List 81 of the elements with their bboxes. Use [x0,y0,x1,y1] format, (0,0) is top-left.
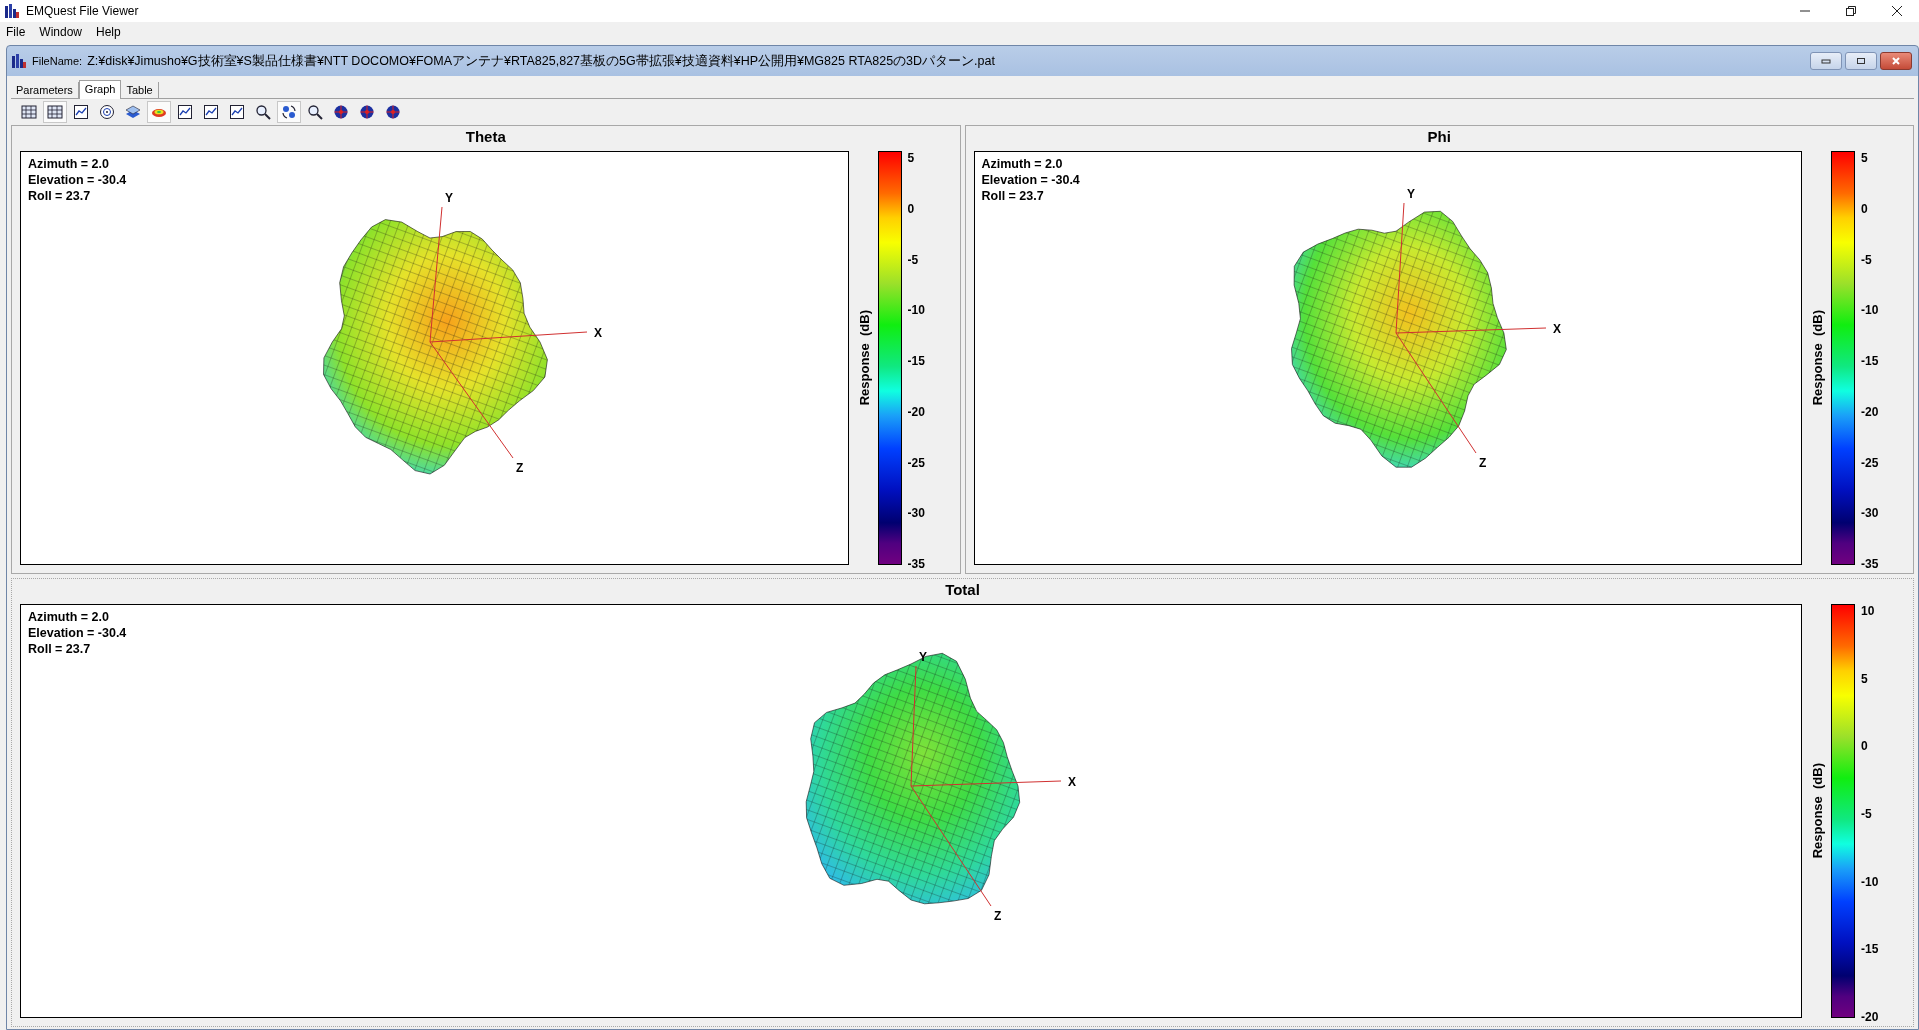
colorbar-tick: -35 [1861,557,1879,571]
colorbar-tick: -5 [1861,806,1873,821]
colorbar-tick: 5 [1861,671,1869,686]
colorbar-label: Response (dB) [856,310,872,406]
colorbar-tick: -5 [907,252,920,267]
layers-icon [125,104,141,120]
axis-label: X [1553,322,1561,337]
close-icon[interactable] [1891,5,1903,17]
colorbar-tick: -15 [1861,354,1879,368]
app-icon [4,3,20,19]
axis-label: X [1068,775,1076,790]
colorbar-tick: -20 [907,404,925,419]
view-angle-text: Roll = 23.7 [28,188,92,204]
colorbar-tick: -30 [907,506,925,521]
magnifier-icon [255,104,271,120]
toolbar-button[interactable] [277,101,301,123]
chart-icon [73,104,89,120]
menu-item[interactable]: Help [96,25,121,39]
globe-icon [359,104,375,120]
colorbar-tick: -10 [1861,874,1879,889]
view-angle-text: Roll = 23.7 [981,188,1045,204]
tab[interactable]: Graph [78,80,122,99]
view-angle-text: Azimuth = 2.0 [28,609,110,625]
minimize-icon [1821,57,1831,65]
app-icon [11,53,27,69]
chart-icon [229,104,245,120]
colorbar-tick: 10 [1861,604,1876,618]
colorbar-tick: 5 [1861,151,1869,165]
close-button[interactable] [1880,52,1912,70]
globe-icon [385,104,401,120]
target-icon [99,104,115,120]
colorbar-tick: -20 [1861,1009,1879,1024]
chart-icon [203,104,219,120]
view-angle-text: Roll = 23.7 [28,641,92,657]
restore-icon [1856,57,1866,65]
chart-icon [177,104,193,120]
axis-label: Y [445,190,454,205]
colorbar-tick: -20 [1861,404,1879,419]
view-angle-text: Azimuth = 2.0 [981,156,1064,172]
rotate-icon [281,104,297,120]
colorbar-tick: 0 [907,201,916,216]
colorbar-label: Response (dB) [1810,763,1825,859]
view-angle-text: Azimuth = 2.0 [28,156,110,172]
axis-label: Z [994,909,1002,924]
colorbar-tick: -5 [1861,252,1873,267]
colorbar-tick: -35 [907,557,925,571]
menu-item[interactable]: Window [39,25,83,39]
axis-label: Z [516,460,524,475]
colorbar-tick: 0 [1861,739,1869,754]
colorbar-tick: 5 [907,151,916,165]
close-icon [1891,57,1901,65]
colorbar-tick: -10 [907,303,925,318]
view-angle-text: Elevation = -30.4 [981,172,1080,188]
file-label: FileName: [32,55,83,67]
magnifier-icon [307,104,323,120]
panel-title: Phi [1427,127,1451,147]
colorbar-tick: 0 [1861,201,1869,216]
colorbar-tick: -15 [907,354,925,368]
view-angle-text: Elevation = -30.4 [28,625,127,641]
panel-title: Total [945,580,980,600]
colorbar-tick: -25 [1861,455,1879,470]
colorbar-label: Response (dB) [1810,310,1825,406]
restore-icon[interactable] [1845,5,1857,17]
view-angle-text: Elevation = -30.4 [28,172,127,188]
axis-label: X [594,325,603,340]
axis-label: Y [919,650,927,665]
colorbar-tick: -15 [1861,942,1879,957]
colorbar-tick: -25 [907,455,925,470]
grid-icon [21,104,37,120]
toolbar-button[interactable] [43,101,67,123]
colorbar-tick: -10 [1861,303,1879,318]
restore-button[interactable] [1845,52,1877,70]
axis-label: Y [1407,187,1415,202]
file-path: Z:¥disk¥Jimusho¥G技術室¥S製品仕様書¥NTT DOCOMO¥FOMAアンテナ¥RTA825,827基板の5G帯拡張¥技適資料¥HP公開用¥MG825 RTA825の3Dパターン.pat [87,52,995,70]
window-title: EMQuest File Viewer [26,4,139,18]
globe-icon [333,104,349,120]
menu-item[interactable]: File [6,25,26,39]
colorbar-tick: -30 [1861,506,1879,521]
axis-label: Z [1479,456,1487,471]
grid-icon [47,104,63,120]
panel-title: Theta [465,127,506,147]
